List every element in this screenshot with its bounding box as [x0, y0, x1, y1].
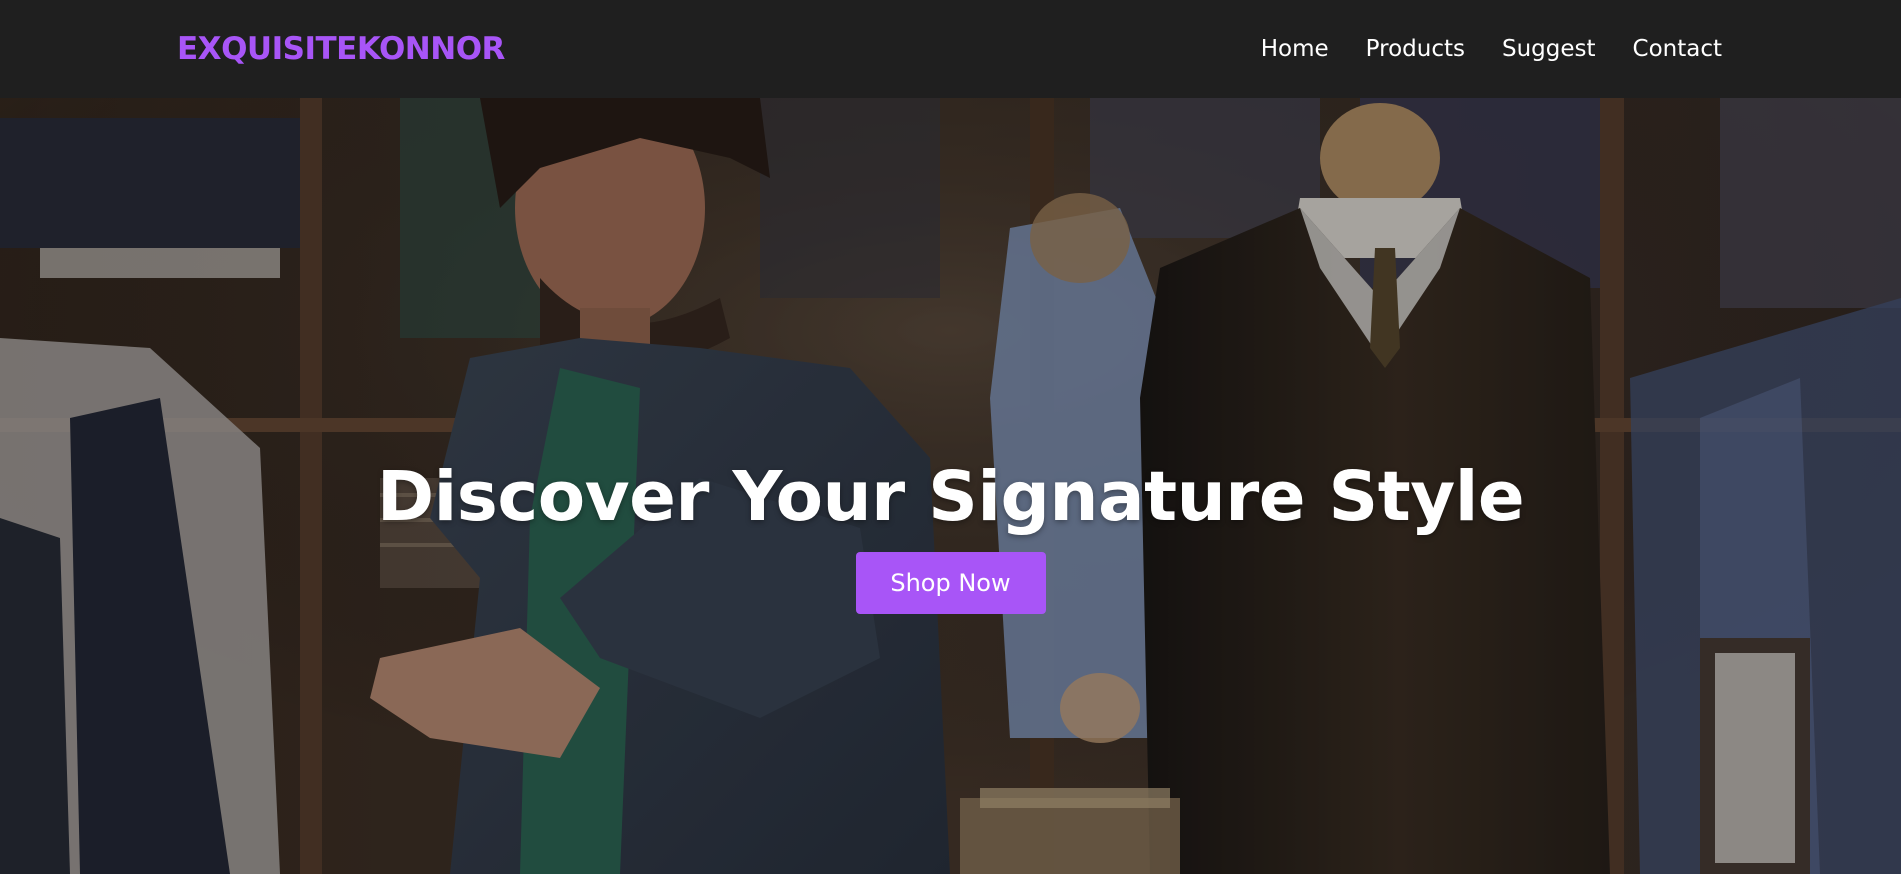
hero-content: Discover Your Signature Style Shop Now [0, 456, 1901, 614]
nav-item-products: Products [1366, 34, 1465, 64]
nav-item-home: Home [1261, 34, 1329, 64]
nav-item-contact: Contact [1633, 34, 1722, 64]
nav-link-contact[interactable]: Contact [1633, 36, 1722, 62]
hero-section: Discover Your Signature Style Shop Now [0, 98, 1901, 874]
nav-link-home[interactable]: Home [1261, 36, 1329, 62]
shop-now-button[interactable]: Shop Now [855, 552, 1046, 614]
hero-title: Discover Your Signature Style [376, 457, 1525, 537]
nav-link-suggest[interactable]: Suggest [1502, 36, 1596, 62]
nav-links: Home Products Suggest Contact [1261, 34, 1722, 64]
nav-item-suggest: Suggest [1502, 34, 1596, 64]
nav-link-products[interactable]: Products [1366, 36, 1465, 62]
brand-logo[interactable]: EXQUISITEKONNOR [177, 31, 505, 67]
navbar: EXQUISITEKONNOR Home Products Suggest Co… [0, 0, 1901, 98]
